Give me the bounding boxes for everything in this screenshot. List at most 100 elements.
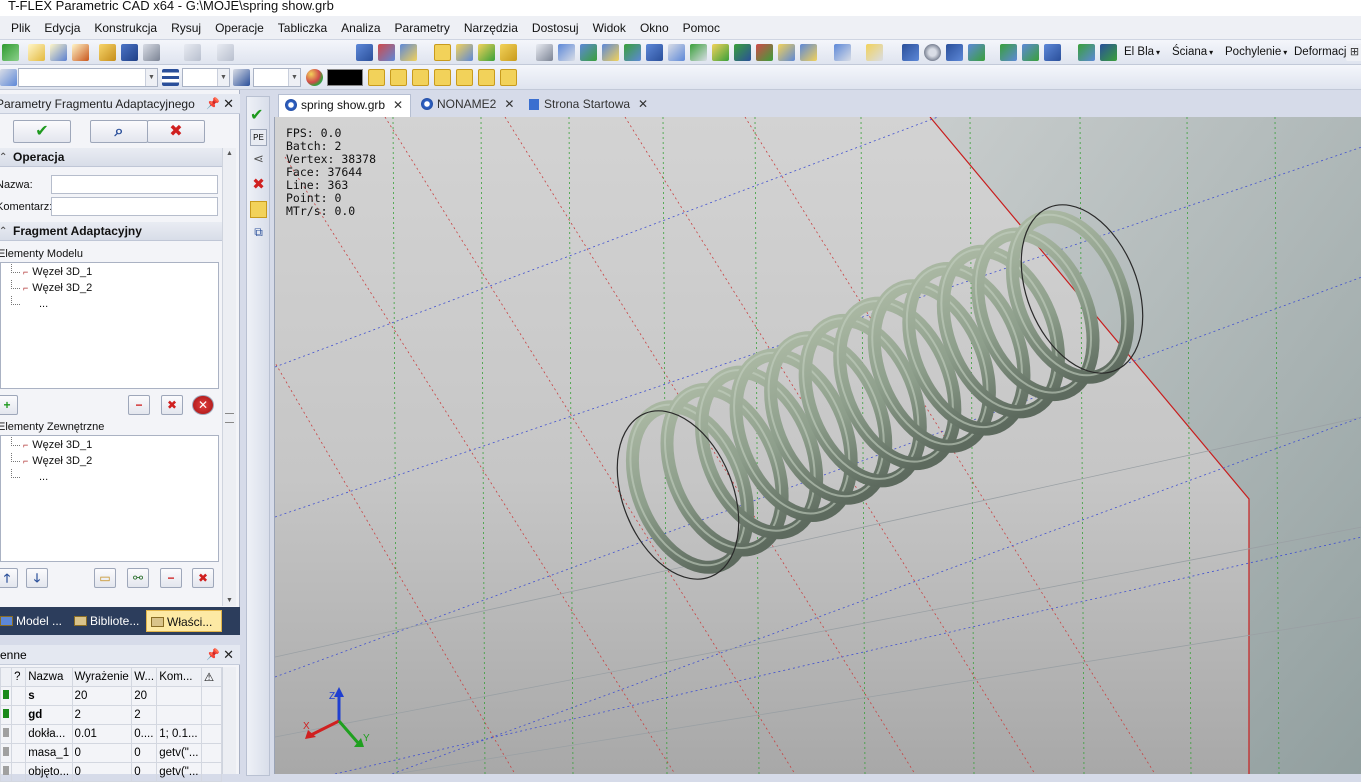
table-row[interactable]: s 20 20 <box>0 686 223 706</box>
spring-icon[interactable] <box>1000 44 1017 61</box>
color-swatch[interactable] <box>327 69 363 86</box>
snap-end-icon[interactable] <box>412 69 429 86</box>
close-tab-icon[interactable]: ✕ <box>393 98 403 112</box>
tab-model[interactable]: Model ... <box>0 610 66 632</box>
snap-grid-icon[interactable] <box>368 69 385 86</box>
snap-perpendicular-icon[interactable] <box>500 69 517 86</box>
fragment-variant-icon[interactable] <box>500 44 517 61</box>
move-down-button[interactable]: 🡓 <box>26 568 48 588</box>
pattern-icon[interactable] <box>756 44 773 61</box>
panel-scrollbar[interactable]: ▲ ▼ <box>222 148 236 606</box>
tab-noname2[interactable]: NONAME2 ✕ <box>415 94 519 117</box>
el-bla-dropdown[interactable]: El Bla ▾ <box>1124 42 1160 62</box>
surface-icon[interactable] <box>968 44 985 61</box>
tab-library[interactable]: Bibliote... <box>70 610 146 632</box>
table-row[interactable]: dokła... 0.01 0.... 1; 0.1... <box>0 724 223 744</box>
grid-icon[interactable] <box>356 44 373 61</box>
accept-double-icon[interactable] <box>2 44 19 61</box>
column-header[interactable]: Nazwa <box>25 667 73 687</box>
clear-button[interactable]: ✕ <box>192 395 214 415</box>
external-elements-tree[interactable]: ⌐ Węzeł 3D_1 ⌐ Węzeł 3D_2 ... <box>0 435 219 562</box>
3d-scene[interactable]: Z X Y <box>275 117 1361 774</box>
comment-field[interactable] <box>51 197 218 216</box>
fragment-section-header[interactable]: ⌃ Fragment Adaptacyjny <box>0 222 222 241</box>
close-tab-icon[interactable]: ✕ <box>504 97 514 111</box>
transform-icon[interactable] <box>378 44 395 61</box>
new-3d-icon[interactable] <box>50 44 67 61</box>
name-field[interactable] <box>51 175 218 194</box>
menu-parametry[interactable]: Parametry <box>388 21 457 35</box>
undo-icon[interactable] <box>184 44 201 61</box>
rotate-icon[interactable] <box>580 44 597 61</box>
adaptive-fragment-icon[interactable] <box>434 44 451 61</box>
redo-icon[interactable] <box>217 44 234 61</box>
shell-icon[interactable] <box>734 44 751 61</box>
toolbar-overflow-icon[interactable]: ⊞ <box>1346 44 1361 61</box>
link-button[interactable]: ⚯ <box>127 568 149 588</box>
cancel-button[interactable]: ✖ <box>147 120 205 143</box>
tree-item[interactable]: ⌐ Węzeł 3D_2 <box>11 453 92 467</box>
properties-icon[interactable] <box>250 201 267 218</box>
open-folder-icon[interactable] <box>99 44 116 61</box>
loft-icon[interactable] <box>602 44 619 61</box>
menu-edycja[interactable]: Edycja <box>37 21 87 35</box>
sweep-icon[interactable] <box>624 44 641 61</box>
thread-icon[interactable] <box>902 44 919 61</box>
cancel-icon[interactable]: ✖ <box>250 175 267 193</box>
sheet-metal-icon[interactable] <box>1022 44 1039 61</box>
variables-scrollbar[interactable] <box>222 667 236 774</box>
line-width-combo[interactable]: ▼ <box>182 68 230 87</box>
save-icon[interactable] <box>121 44 138 61</box>
table-row[interactable]: gd 2 2 <box>0 705 223 725</box>
pochylenie-dropdown[interactable]: Pochylenie ▾ <box>1225 42 1287 62</box>
confirm-icon[interactable]: ✔ <box>250 105 267 124</box>
layers-icon[interactable] <box>946 44 963 61</box>
eraser-icon[interactable] <box>866 44 883 61</box>
menu-okno[interactable]: Okno <box>633 21 676 35</box>
preview-button[interactable]: ⌕ <box>90 120 148 143</box>
snap-tangent-icon[interactable] <box>478 69 495 86</box>
color-palette-icon[interactable] <box>306 69 323 86</box>
link-icon[interactable]: ⧉ <box>250 225 267 242</box>
menu-rysuj[interactable]: Rysuj <box>164 21 208 35</box>
tree-item[interactable]: ... <box>11 296 48 310</box>
menu-narzedzia[interactable]: Narzędzia <box>457 21 525 35</box>
fragment-icon[interactable] <box>456 44 473 61</box>
line-style-icon[interactable] <box>162 69 179 86</box>
close-icon[interactable]: ✕ <box>223 645 234 665</box>
hole-icon[interactable] <box>800 44 817 61</box>
level-combo[interactable]: ▼ <box>253 68 301 87</box>
column-header[interactable]: Kom... <box>156 667 202 687</box>
open-folder-button[interactable]: ▭ <box>94 568 116 588</box>
move-up-button[interactable]: 🡑 <box>0 568 18 588</box>
tree-item[interactable]: ⌐ Węzeł 3D_1 <box>11 264 92 278</box>
mirror-icon[interactable] <box>778 44 795 61</box>
column-header[interactable]: Wyrażenie <box>71 667 133 687</box>
chamfer-icon[interactable] <box>712 44 729 61</box>
style-combo[interactable]: ▼ <box>18 68 158 87</box>
operation-section-header[interactable]: ⌃ Operacja <box>0 148 222 167</box>
remove-external-button[interactable]: − <box>160 568 182 588</box>
house-icon[interactable] <box>1044 44 1061 61</box>
boolean-icon[interactable] <box>668 44 685 61</box>
model-elements-tree[interactable]: ⌐ Węzeł 3D_1 ⌐ Węzeł 3D_2 ... <box>0 262 219 389</box>
snap-center-icon[interactable] <box>456 69 473 86</box>
level-icon[interactable] <box>233 69 250 86</box>
tab-properties[interactable]: Właści... <box>146 610 222 632</box>
section-icon[interactable] <box>834 44 851 61</box>
ok-button[interactable]: ✔ <box>13 120 71 143</box>
parameters-icon[interactable]: PE <box>250 129 267 146</box>
remove-button[interactable]: − <box>128 395 150 415</box>
3d-viewport[interactable]: Z X Y FPS: 0.0 Batch: 2 Vertex: 38378 Fa… <box>274 117 1361 774</box>
pin-icon[interactable]: 📌 <box>206 645 220 665</box>
sciana-dropdown[interactable]: Ściana ▾ <box>1172 42 1213 62</box>
pin-icon[interactable]: 📌 <box>206 94 220 113</box>
menu-analiza[interactable]: Analiza <box>334 21 387 35</box>
table-row[interactable]: masa_1 0 0 getv("... <box>0 743 223 763</box>
layers-select-icon[interactable] <box>0 69 17 86</box>
tab-start-page[interactable]: Strona Startowa ✕ <box>523 94 653 117</box>
tree-item[interactable]: ... <box>11 469 48 483</box>
menu-widok[interactable]: Widok <box>586 21 633 35</box>
delete-button[interactable]: ✖ <box>161 395 183 415</box>
branch-icon[interactable]: ⋖ <box>250 151 267 168</box>
